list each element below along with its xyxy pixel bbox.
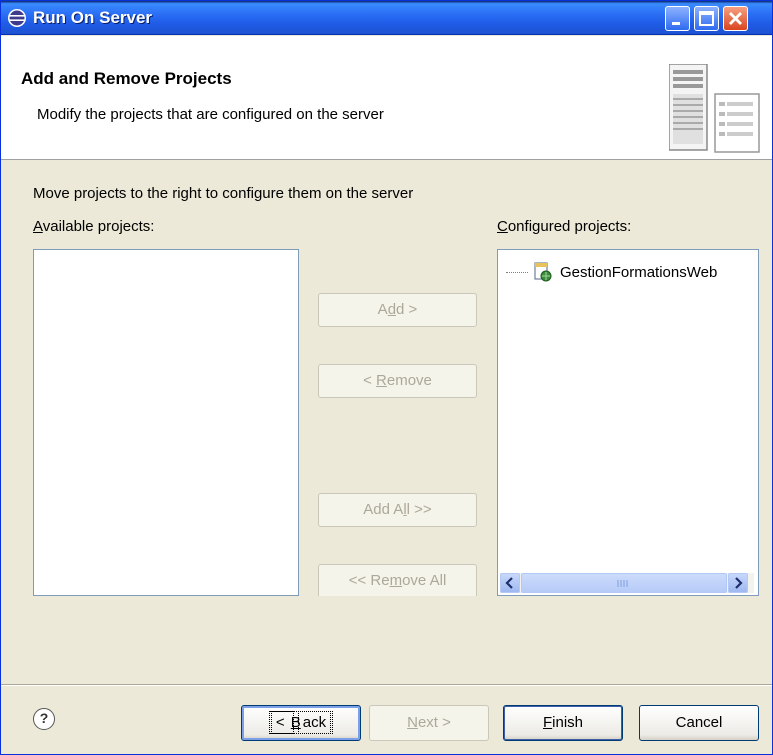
- close-icon: [729, 12, 742, 25]
- minimize-icon: [672, 22, 680, 25]
- help-icon[interactable]: ?: [33, 708, 55, 730]
- minimize-button[interactable]: [665, 6, 690, 31]
- scroll-right-button[interactable]: [728, 573, 748, 593]
- instruction-text: Move projects to the right to configure …: [33, 185, 414, 202]
- project-name: GestionFormationsWeb: [560, 263, 718, 281]
- scroll-left-button[interactable]: [500, 573, 520, 593]
- grip-icon: [617, 580, 628, 587]
- add-button[interactable]: Add >: [318, 293, 477, 327]
- next-button[interactable]: Next >: [369, 705, 489, 741]
- back-button[interactable]: < Back: [241, 705, 361, 741]
- finish-button[interactable]: Finish: [503, 705, 623, 741]
- remove-button[interactable]: < Remove: [318, 364, 477, 398]
- close-button[interactable]: [723, 6, 748, 31]
- wizard-header: Add and Remove Projects Modify the proje…: [1, 36, 772, 160]
- chevron-right-icon: [735, 577, 743, 589]
- run-on-server-dialog: Run On Server Add and Remove Projects Mo…: [0, 0, 773, 755]
- web-project-icon: [534, 262, 552, 282]
- tree-connector: [506, 271, 528, 273]
- page-title: Add and Remove Projects: [21, 69, 232, 88]
- tree-item[interactable]: GestionFormationsWeb: [506, 262, 717, 282]
- add-all-button[interactable]: Add All >>: [318, 493, 477, 527]
- chevron-left-icon: [505, 577, 513, 589]
- scroll-thumb[interactable]: [521, 573, 727, 593]
- server-icon: [669, 64, 760, 153]
- available-projects-list[interactable]: [33, 249, 299, 596]
- cancel-button[interactable]: Cancel: [639, 705, 759, 741]
- configured-projects-label: Configured projects:: [497, 218, 632, 235]
- page-description: Modify the projects that are configured …: [37, 106, 384, 123]
- maximize-icon: [699, 11, 714, 26]
- maximize-button[interactable]: [694, 6, 719, 31]
- remove-all-button[interactable]: << Remove All: [318, 564, 477, 596]
- window-title: Run On Server: [33, 8, 153, 27]
- eclipse-icon: [8, 9, 26, 27]
- footer-separator: [1, 684, 772, 686]
- available-projects-label: Available projects:: [33, 218, 155, 235]
- horizontal-scrollbar[interactable]: [500, 573, 754, 593]
- title-bar[interactable]: Run On Server: [1, 1, 772, 35]
- configured-projects-tree[interactable]: GestionFormationsWeb: [497, 249, 759, 596]
